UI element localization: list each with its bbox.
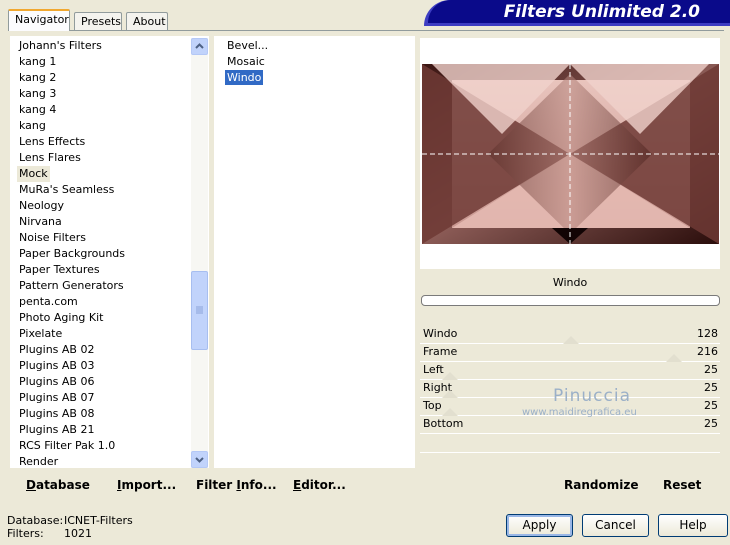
category-item[interactable]: Render [19, 454, 58, 470]
category-item[interactable]: penta.com [19, 294, 78, 310]
filter-item-selected[interactable]: Windo [225, 70, 264, 85]
grip-icon [196, 306, 203, 314]
category-item[interactable]: Paper Textures [19, 262, 100, 278]
divider [420, 452, 720, 453]
progress-bar [421, 295, 720, 306]
category-item[interactable]: Lens Effects [19, 134, 85, 150]
filter-info-button[interactable]: Filter Info... [196, 478, 277, 492]
slider-left[interactable]: Left 25 [420, 362, 720, 380]
slider-thumb[interactable] [442, 408, 458, 416]
filter-info-prefix: Filter [196, 478, 237, 492]
slider-value: 128 [697, 327, 718, 340]
category-item[interactable]: Plugins AB 21 [19, 422, 94, 438]
category-item[interactable]: kang 3 [19, 86, 56, 102]
category-item[interactable]: kang 4 [19, 102, 56, 118]
category-scrollbar[interactable] [191, 38, 208, 468]
category-item[interactable]: Lens Flares [19, 150, 81, 166]
watermark-title: Pinuccia [553, 386, 631, 406]
preview-image [422, 64, 719, 244]
tab-presets[interactable]: Presets [74, 12, 122, 30]
category-item[interactable]: kang [19, 118, 46, 134]
category-item[interactable]: Pattern Generators [19, 278, 124, 294]
slider-value: 25 [704, 363, 718, 376]
scroll-down-button[interactable] [191, 451, 208, 468]
scroll-up-button[interactable] [191, 38, 208, 55]
randomize-button[interactable]: Randomize [564, 478, 638, 492]
watermark-url: www.maidiregrafica.eu [522, 407, 637, 418]
reset-button[interactable]: Reset [663, 478, 701, 492]
slider-thumb[interactable] [442, 390, 458, 398]
category-item[interactable]: kang 1 [19, 54, 56, 70]
preview-filter-title: Windo [420, 272, 720, 294]
category-item[interactable]: Plugins AB 06 [19, 374, 94, 390]
slider-label: Frame [423, 345, 458, 358]
category-item[interactable]: Johann's Filters [19, 38, 102, 54]
status-database-value: ICNET-Filters [64, 514, 133, 527]
category-item[interactable]: Pixelate [19, 326, 62, 342]
slider-label: Left [423, 363, 444, 376]
filter-list[interactable] [214, 36, 415, 468]
slider-thumb[interactable] [666, 354, 682, 362]
category-item[interactable]: RCS Filter Pak 1.0 [19, 438, 115, 454]
category-item[interactable]: Photo Aging Kit [19, 310, 103, 326]
status-filters-label: Filters: [7, 527, 44, 540]
import-button[interactable]: Import... [117, 478, 176, 492]
slider-thumb[interactable] [563, 336, 579, 344]
editor-button[interactable]: Editor... [293, 478, 346, 492]
category-item[interactable]: Paper Backgrounds [19, 246, 125, 262]
slider-value: 25 [704, 399, 718, 412]
slider-frame[interactable]: Frame 216 [420, 344, 720, 362]
category-item[interactable]: Plugins AB 03 [19, 358, 94, 374]
editor-mnemonic: E [293, 478, 302, 492]
slider-bottom[interactable]: Bottom 25 [420, 416, 720, 434]
tab-about[interactable]: About [126, 12, 168, 30]
slider-thumb[interactable] [442, 372, 458, 380]
help-button[interactable]: Help [658, 514, 728, 537]
category-item[interactable]: kang 2 [19, 70, 56, 86]
tab-strip-line [8, 30, 724, 31]
category-item[interactable]: Nirvana [19, 214, 62, 230]
category-item[interactable]: Plugins AB 08 [19, 406, 94, 422]
slider-label: Bottom [423, 417, 464, 430]
app-banner: Filters Unlimited 2.0 [428, 0, 730, 23]
import-label: mport... [121, 478, 177, 492]
slider-value: 25 [704, 417, 718, 430]
slider-track [420, 433, 720, 434]
category-item[interactable]: Noise Filters [19, 230, 86, 246]
status-filters-value: 1021 [64, 527, 92, 540]
cancel-button[interactable]: Cancel [582, 514, 649, 537]
category-item[interactable]: Neology [19, 198, 64, 214]
apply-button[interactable]: Apply [506, 514, 573, 537]
category-item-selected[interactable]: Mock [17, 166, 50, 182]
database-mnemonic: D [26, 478, 36, 492]
editor-label: ditor... [301, 478, 346, 492]
filter-info-label: nfo... [240, 478, 277, 492]
chevron-up-icon [195, 43, 204, 49]
filter-item[interactable]: Mosaic [225, 54, 267, 69]
category-item[interactable]: Plugins AB 02 [19, 342, 94, 358]
slider-label: Windo [423, 327, 458, 340]
category-item[interactable]: Plugins AB 07 [19, 390, 94, 406]
status-database-label: Database: [7, 514, 64, 527]
slider-label: Top [423, 399, 442, 412]
slider-windo[interactable]: Windo 128 [420, 326, 720, 344]
database-label: atabase [35, 478, 90, 492]
database-button[interactable]: Database [26, 478, 90, 492]
chevron-down-icon [195, 457, 204, 463]
filter-item[interactable]: Bevel... [225, 38, 270, 53]
category-item[interactable]: MuRa's Seamless [19, 182, 114, 198]
slider-value: 25 [704, 381, 718, 394]
slider-value: 216 [697, 345, 718, 358]
tab-navigator[interactable]: Navigator [8, 9, 70, 31]
scroll-thumb[interactable] [191, 271, 208, 350]
